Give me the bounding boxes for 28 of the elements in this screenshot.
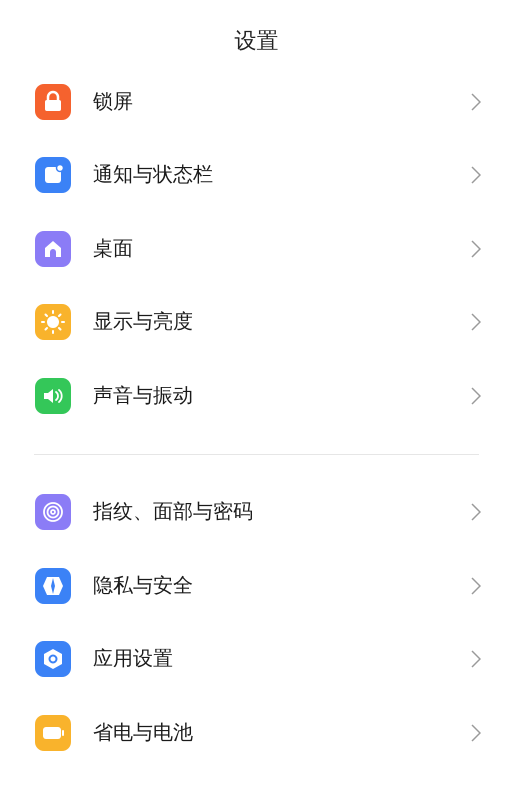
item-label: 省电与电池 xyxy=(93,720,194,746)
chevron-icon xyxy=(471,92,481,111)
chevron-icon xyxy=(471,503,481,522)
item-label: 桌面 xyxy=(93,236,134,262)
settings-item[interactable]: 桌面 xyxy=(0,212,513,286)
item-label: 显示与亮度 xyxy=(93,310,194,336)
item-label: 声音与振动 xyxy=(93,384,194,409)
settings-item[interactable]: 锁屏 xyxy=(0,65,513,138)
chevron-icon xyxy=(471,386,481,405)
chevron-icon xyxy=(471,576,481,595)
item-label: 隐私与安全 xyxy=(93,574,194,599)
chevron-icon xyxy=(471,240,481,258)
item-label: 锁屏 xyxy=(93,90,134,115)
settings-item[interactable]: 隐私与安全 xyxy=(0,549,513,622)
settings-item[interactable]: 声音与振动 xyxy=(0,359,513,432)
item-label: 指纹、面部与密码 xyxy=(93,500,254,526)
settings-item[interactable]: 通知与状态栏 xyxy=(0,138,513,212)
chevron-icon xyxy=(471,650,481,668)
settings-item[interactable]: 显示与亮度 xyxy=(0,286,513,359)
settings-item[interactable]: 应用设置 xyxy=(0,622,513,696)
settings-item[interactable]: 省电与电池 xyxy=(0,696,513,770)
page-title: 设置 xyxy=(234,26,278,54)
chevron-icon xyxy=(471,724,481,742)
item-label: 通知与状态栏 xyxy=(93,163,214,188)
settings-item[interactable]: 指纹、面部与密码 xyxy=(0,476,513,549)
item-label: 应用设置 xyxy=(93,647,174,672)
chevron-icon xyxy=(471,313,481,332)
chevron-icon xyxy=(471,166,481,184)
